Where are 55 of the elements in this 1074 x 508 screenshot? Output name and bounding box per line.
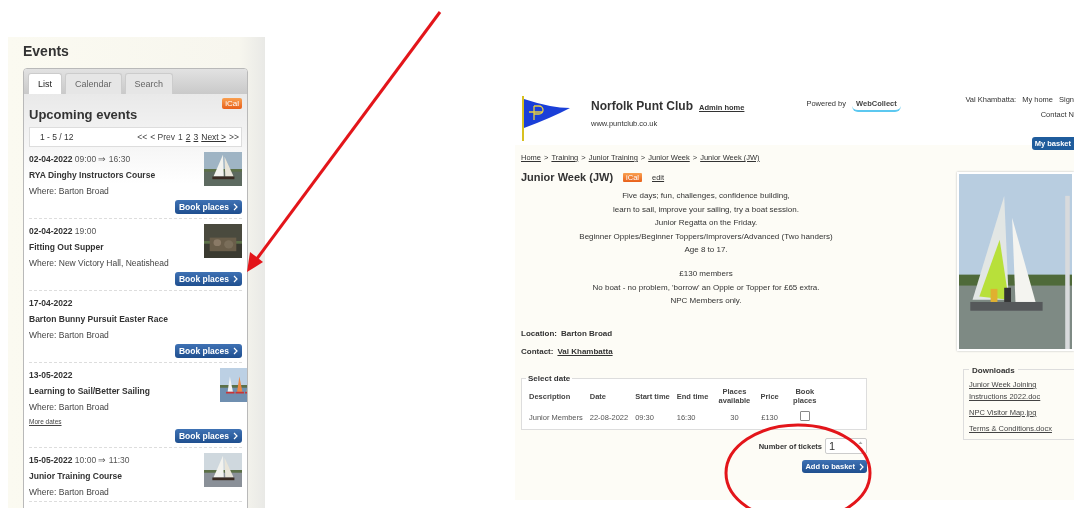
tab[interactable]: Search [124, 73, 174, 94]
panel-legend: Select date [526, 374, 573, 383]
page-title: Junior Week (JW) [521, 171, 614, 183]
event-location: Where: Barton Broad [29, 402, 110, 412]
description-line: Beginner Oppies/Beginner Toppers/Improvers/Advanced (Two handers) [579, 231, 833, 241]
section-heading: Upcoming events [29, 107, 138, 122]
event-date: 15-05-2022 10:00 ⇒ 11:30 [29, 455, 130, 465]
event-location: Where: Barton Broad [29, 186, 110, 196]
event-date: 02-04-2022 09:00 ⇒ 16:30 [29, 154, 132, 164]
book-places-button[interactable]: Book places [174, 344, 242, 358]
description-line: Five days; fun, challenges, confidence building, [622, 191, 790, 200]
chevron-icon [233, 275, 238, 283]
description-line: Junior Regatta on the Friday. [654, 218, 758, 227]
event-date: 17-04-2022 [29, 298, 74, 308]
downloads-title: Downloads [969, 366, 1018, 375]
result-range: 1 - 5 / 12 [40, 132, 74, 142]
next-page-link[interactable]: Next > [201, 132, 227, 142]
chevron-icon [233, 432, 238, 440]
page-link[interactable]: 1 [178, 132, 183, 142]
description-line: Age 8 to 17. [684, 245, 728, 254]
event-title: Barton Bunny Pursuit Easter Race [29, 314, 168, 324]
event-title: RYA Dinghy Instructors Course [29, 170, 156, 180]
description-line: NPC Members only. [670, 296, 742, 305]
chevron-icon [859, 462, 864, 471]
book-places-button[interactable]: Book places [174, 200, 242, 214]
location-label: Location: [521, 329, 557, 338]
book-places-button[interactable]: Book places [174, 272, 242, 286]
description-line: learn to sail, improve your sailing, try a boat session. [613, 204, 799, 214]
event-title: Fitting Out Supper [29, 242, 105, 252]
tab[interactable]: List [28, 73, 62, 94]
chevron-icon [233, 203, 238, 211]
pennant-flag-logo[interactable] [521, 96, 571, 141]
location-value: Barton Broad [561, 329, 613, 338]
event-title: Junior Training Course [29, 471, 124, 481]
book-checkbox[interactable] [799, 411, 810, 421]
chevron-icon [233, 347, 238, 355]
event-location: Where: Barton Broad [29, 487, 110, 497]
description-line: No boat - no problem, 'borrow' an Oppie or Topper for £65 extra. [592, 282, 820, 292]
event-date: 02-04-2022 19:00 [29, 226, 98, 236]
event-date: 13-05-2022 [29, 370, 74, 380]
tab[interactable]: Calendar [65, 73, 122, 94]
page-link[interactable]: 3 [193, 132, 199, 142]
last-page-link[interactable]: >> [229, 132, 239, 142]
prev-page-link[interactable]: < Prev [150, 132, 176, 142]
contact-link[interactable]: Val Khambatta [557, 347, 613, 356]
event-title: Learning to Sail/Better Sailing [29, 386, 150, 396]
club-name: Norfolk Punt Club [591, 99, 693, 113]
panel-title: Events [23, 43, 70, 59]
event-location: Where: Barton Broad [29, 330, 110, 340]
first-page-link[interactable]: << [137, 132, 148, 142]
description-line: £130 members [679, 269, 733, 278]
book-places-button[interactable]: Book places [174, 429, 242, 443]
page-link[interactable]: 2 [185, 132, 191, 142]
contact-label: Contact: [521, 347, 554, 356]
event-location: Where: New Victory Hall, Neatishead [29, 258, 169, 268]
